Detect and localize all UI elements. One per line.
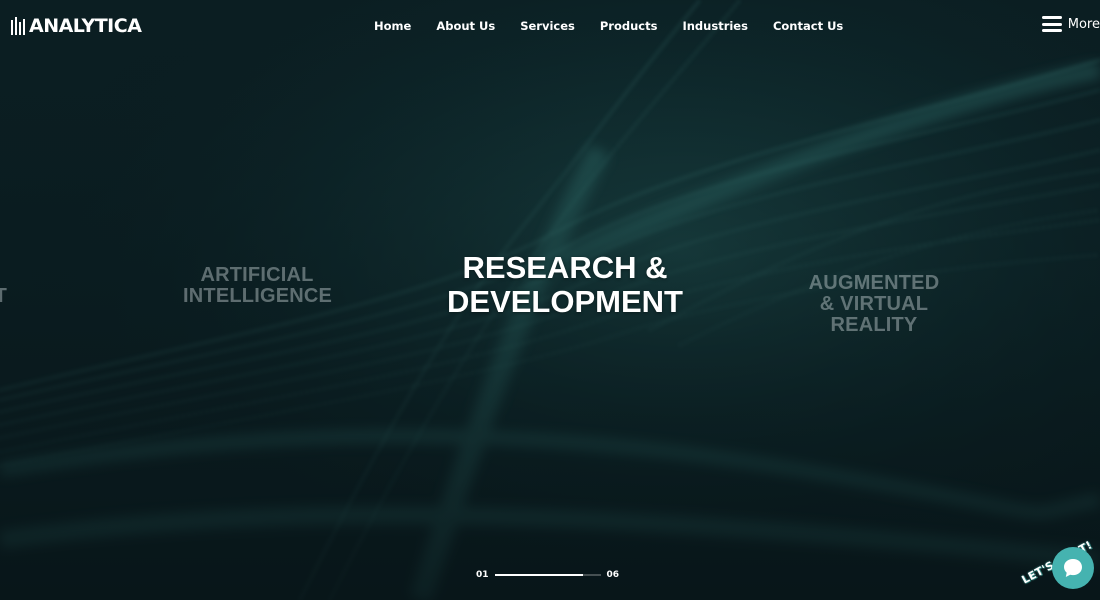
logo-mark-icon [11, 17, 25, 35]
slider-pagination: 01 06 [476, 570, 619, 580]
more-label: More [1067, 16, 1100, 32]
brand-logo[interactable]: ANALYTICA [10, 14, 142, 38]
pager-progress [494, 574, 583, 576]
pager-track[interactable] [494, 574, 601, 576]
more-menu-button[interactable]: More [1041, 16, 1100, 32]
brand-name: ANALYTICA [29, 15, 142, 37]
nav-about-us[interactable]: About Us [436, 19, 495, 33]
hamburger-icon [1041, 16, 1062, 32]
slide-next-title[interactable]: AUGMENTED & VIRTUAL REALITY [808, 273, 940, 336]
pager-end: 06 [606, 570, 620, 580]
nav-products[interactable]: Products [600, 19, 658, 33]
nav-home[interactable]: Home [374, 19, 411, 33]
nav-services[interactable]: Services [520, 19, 575, 33]
slide-current-title: RESEARCH & DEVELOPMENT [447, 250, 683, 319]
main-nav: Home About Us Services Products Industri… [374, 19, 868, 33]
nav-contact-us[interactable]: Contact Us [773, 19, 843, 33]
chat-bubble-icon [1064, 559, 1082, 577]
pager-start: 01 [476, 570, 489, 580]
slide-far-left-title[interactable]: IN NT [0, 265, 7, 307]
nav-industries[interactable]: Industries [682, 19, 748, 33]
slide-prev-title[interactable]: ARTIFICIAL INTELLIGENCE [183, 265, 332, 307]
chat-button[interactable] [1052, 547, 1094, 589]
